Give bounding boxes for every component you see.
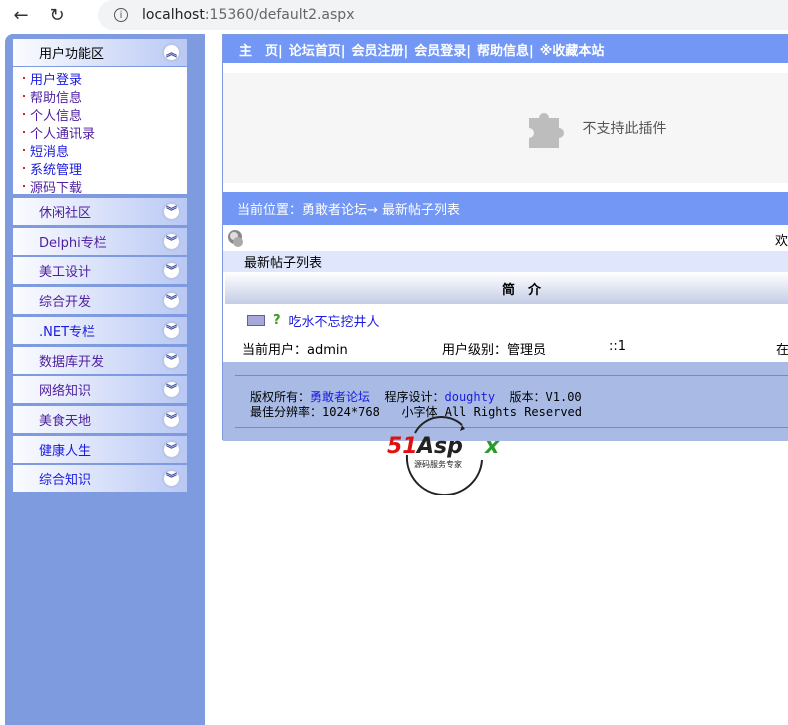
sidebar-panel[interactable]: 网络知识 ︾ [13,376,187,404]
user-menu-item[interactable]: 源码下载 [30,177,187,196]
chevron-down-icon[interactable]: ︾ [162,231,181,251]
chevron-down-icon[interactable]: ︾ [162,409,181,429]
online-text: 在 [776,343,788,358]
top-nav-link[interactable]: 论坛首页| [289,40,346,59]
user-menu-item[interactable]: 用户登录 [30,69,187,88]
sidebar: 用户功能区 ︽ 用户登录 帮助信息 个人信息 个人通讯录 短消息 系统管理 源码下载 休闲社… [5,34,205,725]
user-menu-item[interactable]: 个人信息 [30,105,187,124]
url-host: localhost [142,7,205,23]
envelope-icon [247,315,265,326]
chevron-down-icon[interactable]: ︾ [162,261,181,281]
post-link[interactable]: 吃水不忘挖井人 [289,311,380,330]
watermark-logo: 51 Asp x 源码服务专家 [387,415,500,495]
chevron-down-icon[interactable]: ︾ [162,439,181,459]
copyright-link[interactable]: 勇敢者论坛 [310,390,370,404]
sidebar-panel[interactable]: Delphi专栏 ︾ [13,227,187,255]
top-nav-link[interactable]: 帮助信息| [477,40,534,59]
user-menu-item[interactable]: 个人通讯录 [30,123,187,142]
back-button[interactable]: ← [6,0,36,30]
sidebar-panel[interactable]: 美工设计 ︾ [13,257,187,285]
chevron-down-icon[interactable]: ︾ [162,291,181,311]
top-nav-link[interactable]: 会员登录| [414,40,471,59]
panel-label: 综合知识 [39,473,92,489]
puzzle-icon [528,113,564,148]
svg-text:51: 51 [387,434,418,459]
chevron-down-icon[interactable]: ︾ [162,380,181,400]
user-level: 用户级别：管理员 [442,343,547,358]
sidebar-panel[interactable]: 综合开发 ︾ [13,287,187,315]
main-content: 主 页| 论坛首页| 会员注册| 会员登录| 帮助信息| ※收藏本站 不支持此插件 当前位… [222,34,788,441]
top-nav-link[interactable]: 会员注册| [352,40,409,59]
resolution: 最佳分辨率：1024*768 [250,405,380,419]
address-bar[interactable]: i localhost:15360/default2.aspx [98,0,788,30]
post-row: ? 吃水不忘挖井人 [247,311,380,330]
sidebar-panel[interactable]: 综合知识 ︾ [13,465,187,493]
copyright-label: 版权所有： [250,390,311,404]
version: 版本：V1.00 [509,390,582,404]
top-nav-link[interactable]: ※收藏本站 [540,40,605,59]
panel-label: 美食天地 [39,413,92,429]
chevron-down-icon[interactable]: ︾ [162,202,181,221]
chevron-up-icon[interactable]: ︽ [162,43,181,62]
svg-text:Asp: Asp [415,434,463,459]
panel-label: 综合开发 [39,295,92,311]
panel-label: 网络知识 [39,384,92,400]
panel-label: 美工设计 [39,265,92,281]
panel-title: 用户功能区 [39,47,105,62]
panel-label: 休闲社区 [39,206,92,221]
table-header-intro: 简 介 [225,272,788,304]
divider [235,375,788,376]
sidebar-panel[interactable]: 数据库开发 ︾ [13,346,187,374]
panel-label: Delphi专栏 [39,235,107,251]
sidebar-panel[interactable]: 休闲社区 ︾ [13,198,187,225]
user-menu-item[interactable]: 系统管理 [30,159,187,178]
current-user: 当前用户：admin [242,343,348,358]
speaker-icon [228,230,243,247]
user-menu-item[interactable]: 短消息 [30,141,187,160]
question-icon: ? [273,313,281,328]
plugin-placeholder: 不支持此插件 [223,73,788,183]
reload-button[interactable]: ↻ [42,0,72,30]
sidebar-panel[interactable]: .NET专栏 ︾ [13,316,187,344]
chevron-down-icon[interactable]: ︾ [162,350,181,370]
list-title: 最新帖子列表 [223,251,788,272]
design-label: 程序设计： [384,390,445,404]
breadcrumb: 当前位置：勇敢者论坛→ 最新帖子列表 [223,192,788,225]
svg-text:源码服务专家: 源码服务专家 [414,459,462,469]
ip-address: ::1 [609,339,627,354]
top-nav: 主 页| 论坛首页| 会员注册| 会员登录| 帮助信息| ※收藏本站 [223,35,788,63]
panel-label: 健康人生 [39,443,92,459]
user-menu-item[interactable]: 帮助信息 [30,87,187,106]
panel-user-functions[interactable]: 用户功能区 ︽ [13,39,187,66]
chevron-down-icon[interactable]: ︾ [162,320,181,340]
plugin-text: 不支持此插件 [582,121,667,137]
welcome-text: 欢 [774,234,788,249]
designer-link[interactable]: doughty [445,390,496,404]
panel-label: .NET专栏 [39,324,96,340]
sidebar-panel[interactable]: 健康人生 ︾ [13,435,187,463]
panel-label: 数据库开发 [39,354,105,370]
user-functions-list: 用户登录 帮助信息 个人信息 个人通讯录 短消息 系统管理 源码下载 [13,67,187,196]
url-rest: :15360/default2.aspx [204,7,355,23]
info-icon[interactable]: i [114,8,128,22]
top-nav-link[interactable]: 主 页| [239,40,283,59]
sidebar-panel[interactable]: 美食天地 ︾ [13,405,187,433]
svg-text:x: x [484,434,500,459]
chevron-down-icon[interactable]: ︾ [162,469,181,489]
browser-toolbar: ← ↻ i localhost:15360/default2.aspx [0,0,788,30]
